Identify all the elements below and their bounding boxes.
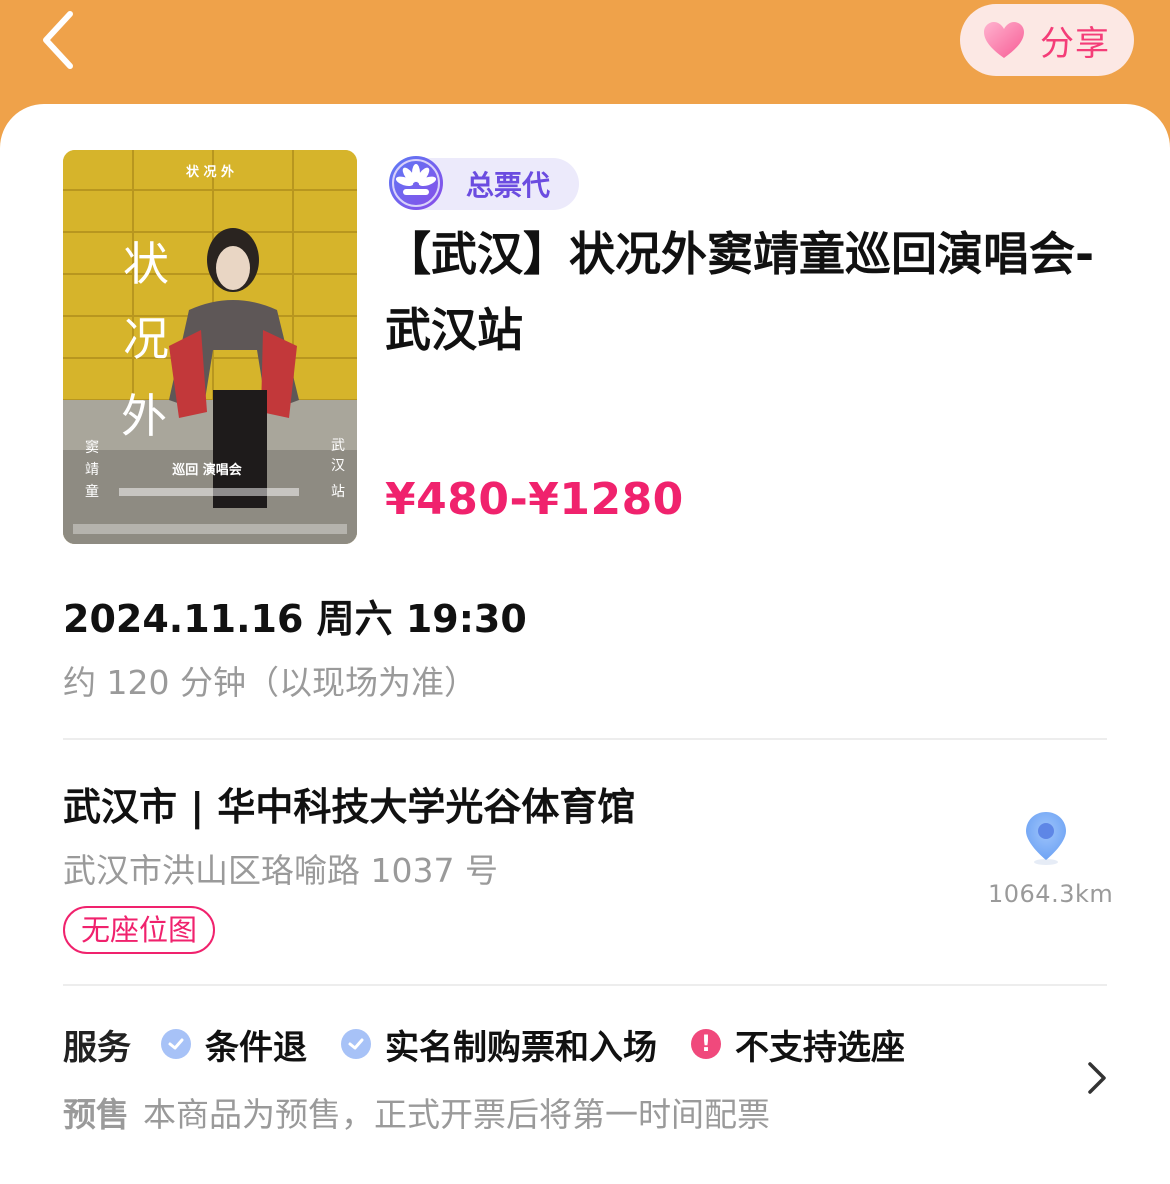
services-row[interactable]: 服务 条件退 实名制购票和入场 ! 不支持选座 [63,1020,939,1068]
poster-artist-char: 靖 [85,462,99,478]
service-label: 条件退 [205,1027,307,1068]
location-pin-icon[interactable] [1024,810,1068,866]
flower-icon [389,156,443,210]
check-icon [341,1029,371,1059]
chevron-right-icon[interactable] [1082,1058,1112,1098]
back-button[interactable] [36,8,86,72]
venue-name[interactable]: 武汉市 | 华中科技大学光谷体育馆 [63,776,635,831]
share-button[interactable]: 分享 [960,4,1134,76]
poster-title-char: 状 [123,237,169,291]
poster-top-text: 状 况 外 [186,164,234,180]
presale-title: 预售 [63,1095,129,1134]
service-item: ! 不支持选座 [691,1020,905,1069]
poster-art: 状 况 外 状 况 外 窦 靖 童 武 汉 站 巡回 演唱会 [63,150,357,544]
event-duration: 约 120 分钟（以现场为准） [63,663,477,702]
service-item: 条件退 [161,1020,307,1069]
agent-badge-label: 总票代 [466,169,551,202]
poster-station-char: 武 [331,438,345,454]
service-label: 不支持选座 [735,1027,905,1068]
poster-artist-char: 窦 [85,440,99,456]
agent-badge: 总票代 [389,156,579,210]
presale-text: 本商品为预售，正式开票后将第一时间配票 [143,1095,770,1134]
chevron-left-icon [43,11,73,69]
share-label: 分享 [1040,23,1110,64]
top-bar: 分享 [0,0,1170,110]
divider [63,738,1107,740]
event-datetime: 2024.11.16 周六 19:30 [63,597,527,641]
price-range: ¥480-¥1280 [385,474,684,525]
check-icon [161,1029,191,1059]
service-item: 实名制购票和入场 [341,1020,657,1069]
poster-station-char: 站 [331,484,345,500]
heart-icon [984,22,1024,58]
detail-card: 状 况 外 状 况 外 窦 靖 童 武 汉 站 巡回 演唱会 总票代 【武汉】状… [0,104,1170,1184]
poster-title-char: 外 [121,389,167,443]
seat-map-tag: 无座位图 [63,906,216,954]
venue-distance: 1064.3km [988,880,1114,908]
poster-subtitle: 巡回 演唱会 [172,462,243,478]
venue-address: 武汉市洪山区珞喻路 1037 号 [63,851,498,890]
services-title: 服务 [63,1027,131,1068]
presale-row[interactable]: 预售 本商品为预售，正式开票后将第一时间配票 [63,1088,770,1136]
poster-artist-char: 童 [85,483,99,500]
divider [63,984,1107,986]
poster-station-char: 汉 [331,458,345,474]
service-label: 实名制购票和入场 [385,1027,657,1068]
warning-icon: ! [691,1029,721,1059]
event-poster[interactable]: 状 况 外 状 况 外 窦 靖 童 武 汉 站 巡回 演唱会 [63,150,357,544]
event-title: 【武汉】状况外窦靖童巡回演唱会-武汉站 [385,227,1095,357]
poster-title-char: 况 [123,312,169,366]
